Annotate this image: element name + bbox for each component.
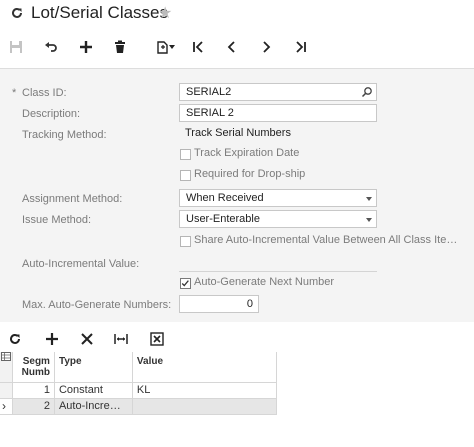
grid-header-row: Segm Numb Type Value xyxy=(0,352,278,383)
column-header-segment[interactable]: Segm Numb xyxy=(12,352,55,383)
auto-generate-next-checkbox[interactable] xyxy=(180,278,191,289)
save-button[interactable] xyxy=(7,38,25,56)
assignment-method-value: When Received xyxy=(186,192,264,204)
page-title: Lot/Serial Classes xyxy=(31,3,169,22)
max-auto-generate-label: Max. Auto-Generate Numbers: xyxy=(22,299,172,311)
track-expiration-checkbox[interactable] xyxy=(180,149,191,160)
issue-method-value: User-Enterable xyxy=(186,213,260,225)
grid-add-row-button[interactable] xyxy=(44,331,60,347)
grid-settings-icon xyxy=(1,352,11,361)
class-id-value: SERIAL2 xyxy=(186,86,232,98)
copy-paste-menu-button[interactable] xyxy=(148,38,176,56)
first-record-icon xyxy=(193,41,203,53)
share-auto-incremental-label: Share Auto-Incremental Value Between All… xyxy=(194,234,458,246)
grid-export-button[interactable] xyxy=(149,331,165,347)
export-excel-icon xyxy=(150,332,164,346)
grid-delete-row-button[interactable] xyxy=(79,331,95,347)
chevron-down-icon xyxy=(169,45,175,49)
undo-button[interactable] xyxy=(42,38,60,56)
add-row-icon xyxy=(46,333,58,345)
max-auto-generate-field[interactable]: 0 xyxy=(179,295,259,313)
auto-incremental-value-field[interactable] xyxy=(179,271,377,272)
tracking-method-value: Track Serial Numbers xyxy=(185,127,291,139)
undo-icon xyxy=(45,42,57,52)
class-id-label: Class ID: xyxy=(22,87,67,99)
segment-cell[interactable]: 1 xyxy=(12,382,55,399)
description-field[interactable]: SERIAL 2 xyxy=(179,104,377,122)
form-panel: * Class ID: SERIAL2 Description: SERIAL … xyxy=(0,68,474,322)
chevron-down-icon xyxy=(366,197,372,201)
checkmark-icon xyxy=(181,280,189,287)
class-id-field[interactable]: SERIAL2 xyxy=(179,83,377,101)
main-toolbar xyxy=(0,30,474,64)
title-bar: Lot/Serial Classes ★ xyxy=(0,0,474,28)
current-row-arrow-icon: › xyxy=(2,399,6,413)
share-auto-incremental-checkbox[interactable] xyxy=(180,236,191,247)
segment-cell[interactable]: 2 xyxy=(12,398,55,415)
grid-corner[interactable] xyxy=(0,352,13,383)
value-cell[interactable]: KL xyxy=(132,382,278,399)
value-cell[interactable] xyxy=(132,398,278,415)
table-row[interactable]: 1 Constant KL xyxy=(0,382,278,399)
required-dropship-label: Required for Drop-ship xyxy=(194,168,306,180)
next-record-button[interactable] xyxy=(257,38,275,56)
add-icon xyxy=(80,41,92,53)
first-record-button[interactable] xyxy=(189,38,207,56)
grid-refresh-button[interactable] xyxy=(7,331,23,347)
add-button[interactable] xyxy=(77,38,95,56)
grid-fit-columns-button[interactable] xyxy=(113,331,129,347)
last-record-button[interactable] xyxy=(292,38,310,56)
column-header-type[interactable]: Type xyxy=(54,352,133,383)
chevron-down-icon xyxy=(366,218,372,222)
previous-record-icon xyxy=(227,41,235,53)
description-label: Description: xyxy=(22,108,81,120)
refresh-icon[interactable] xyxy=(10,6,24,20)
issue-method-select[interactable]: User-Enterable xyxy=(179,210,377,228)
fit-columns-icon xyxy=(114,334,128,344)
required-dropship-checkbox[interactable] xyxy=(180,170,191,181)
assignment-method-label: Assignment Method: xyxy=(22,193,123,205)
column-header-value[interactable]: Value xyxy=(132,352,278,383)
auto-incremental-value-label: Auto-Incremental Value: xyxy=(22,258,140,270)
grid-toolbar xyxy=(0,324,474,352)
refresh-icon xyxy=(10,333,20,344)
row-selector[interactable] xyxy=(0,382,13,399)
previous-record-button[interactable] xyxy=(223,38,241,56)
table-row[interactable]: › 2 Auto-Incre… xyxy=(0,398,278,415)
next-record-icon xyxy=(263,41,271,53)
type-cell[interactable]: Auto-Incre… xyxy=(54,398,133,415)
delete-button[interactable] xyxy=(111,38,129,56)
assignment-method-select[interactable]: When Received xyxy=(179,189,377,207)
auto-generate-next-label: Auto-Generate Next Number xyxy=(194,276,335,288)
delete-icon xyxy=(115,40,125,53)
row-selector[interactable]: › xyxy=(0,398,13,415)
type-cell[interactable]: Constant xyxy=(54,382,133,399)
delete-row-icon xyxy=(81,333,93,345)
last-record-icon xyxy=(296,41,306,53)
segments-grid: Segm Numb Type Value 1 Constant KL › 2 A… xyxy=(0,352,278,415)
favorite-star-icon[interactable]: ★ xyxy=(158,3,172,23)
required-marker: * xyxy=(12,87,17,99)
search-icon[interactable] xyxy=(361,86,373,98)
description-value: SERIAL 2 xyxy=(186,107,234,119)
copy-paste-icon xyxy=(157,41,168,54)
track-expiration-label: Track Expiration Date xyxy=(194,147,300,159)
issue-method-label: Issue Method: xyxy=(22,214,92,226)
save-icon xyxy=(10,41,22,53)
tracking-method-label: Tracking Method: xyxy=(22,129,107,141)
